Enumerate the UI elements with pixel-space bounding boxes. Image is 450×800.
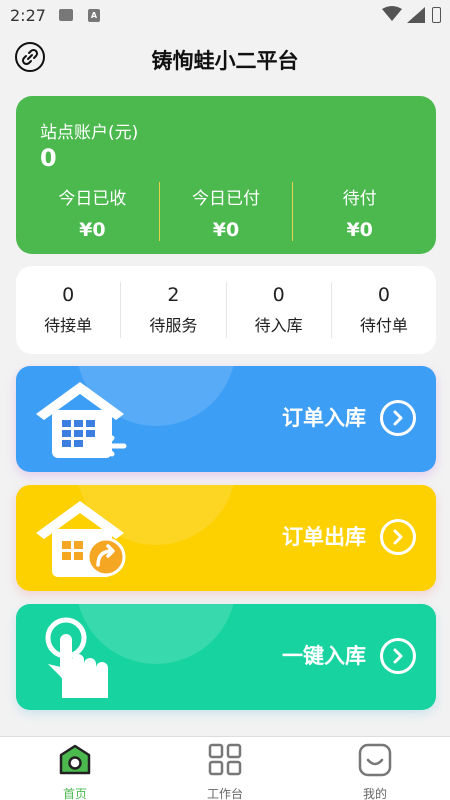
today-received-value: ¥0 [79,219,106,241]
stat-count: 0 [272,284,285,306]
tab-home[interactable]: 首页 [0,737,150,800]
battery-icon [432,7,441,23]
account-card[interactable]: 站点账户(元) 0 今日已收 ¥0 今日已付 ¥0 待付 ¥0 [16,96,436,254]
smile-icon [358,743,392,777]
order-outbound-label: 订单出库 [282,525,366,549]
tab-mine[interactable]: 我的 [300,737,450,800]
stat-label: 待服务 [149,316,198,335]
chevron-right-icon [380,400,416,436]
today-paid-value: ¥0 [212,219,240,241]
stat-pending-pay[interactable]: 0 待付单 [330,282,436,338]
grid-icon [208,743,242,776]
tab-workbench-label: 工作台 [206,787,243,800]
page-title: 铸恂蛙小二平台 [151,49,299,73]
order-inbound-label: 订单入库 [282,406,366,430]
app-header: 铸恂蛙小二平台 [0,32,450,84]
stat-label: 待付单 [359,316,408,335]
stat-pending-service[interactable]: 2 待服务 [120,282,225,338]
order-stats-card: 0 待接单 2 待服务 0 待入库 0 待付单 [16,266,436,354]
status-time: 2:27 [10,6,46,25]
stat-count: 0 [62,284,75,306]
chevron-right-icon [380,638,416,674]
stat-pending-accept[interactable]: 0 待接单 [16,282,120,338]
account-summary: 今日已收 ¥0 今日已付 ¥0 待付 ¥0 [26,182,426,241]
stat-pending-storage[interactable]: 0 待入库 [225,282,331,338]
status-bar: 2:27 A [0,0,450,32]
pending-payment-value: ¥0 [346,219,373,241]
signal-icon [407,7,425,23]
stat-label: 待入库 [254,316,303,335]
pending-payment-label: 待付 [342,189,377,209]
stat-count: 2 [167,284,180,306]
chevron-right-icon [380,519,416,555]
pending-payment[interactable]: 待付 ¥0 [292,182,426,241]
home-icon [59,744,91,775]
house-share-icon [36,501,126,577]
order-outbound-button[interactable]: 订单出库 [16,485,436,591]
today-received-label: 今日已收 [58,189,127,209]
image-notification-icon [59,9,73,21]
bottom-tab-bar: 首页 工作台 我的 [0,736,450,800]
quick-inbound-label: 一键入库 [282,644,366,668]
tab-workbench[interactable]: 工作台 [150,737,300,800]
order-inbound-button[interactable]: 订单入库 [16,366,436,472]
tap-hand-icon [45,617,108,698]
quick-inbound-button[interactable]: 一键入库 [16,604,436,710]
tab-mine-label: 我的 [362,787,387,800]
today-received[interactable]: 今日已收 ¥0 [26,182,159,241]
account-label: 站点账户(元) [40,123,139,143]
tab-home-label: 首页 [62,787,87,800]
house-arrow-in-icon [36,382,127,458]
notification-icon: A [88,9,100,22]
today-paid[interactable]: 今日已付 ¥0 [158,182,293,241]
stat-label: 待接单 [44,316,93,335]
wifi-icon [382,6,402,21]
today-paid-label: 今日已付 [192,189,260,209]
account-amount: 0 [40,144,57,172]
stat-count: 0 [377,284,390,306]
